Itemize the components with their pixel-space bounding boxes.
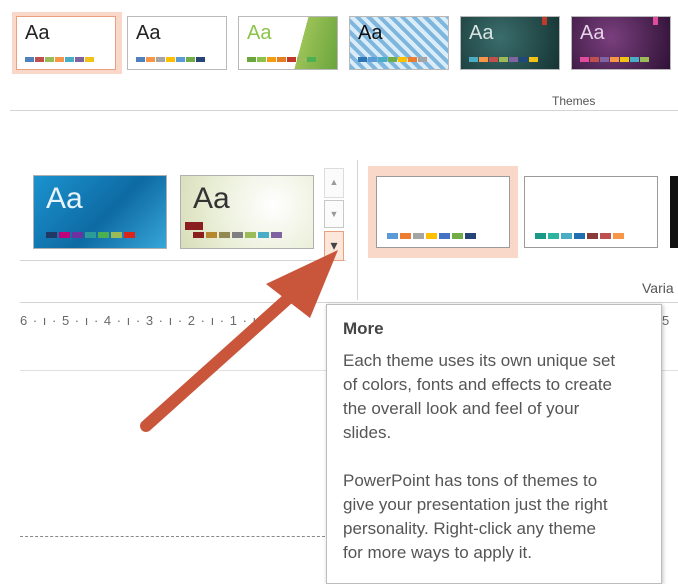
tooltip-line: slides. — [343, 423, 392, 442]
tooltip-paragraph-1: Each theme uses its own unique set of co… — [343, 349, 653, 445]
tooltip-line: for more ways to apply it. — [343, 543, 532, 562]
tooltip-paragraph-2: PowerPoint has tons of themes to give yo… — [343, 469, 653, 565]
tooltip-line: of colors, fonts and effects to create — [343, 375, 613, 394]
tooltip-title: More — [343, 319, 384, 338]
tooltip-line: PowerPoint has tons of themes to — [343, 471, 598, 490]
tooltip-line: the overall look and feel of your — [343, 399, 580, 418]
tooltip-line: Each theme uses its own unique set — [343, 351, 616, 370]
more-tooltip: More Each theme uses its own unique set … — [326, 304, 662, 584]
tooltip-line: personality. Right-click any theme — [343, 519, 596, 538]
tooltip-line: give your presentation just the right — [343, 495, 608, 514]
